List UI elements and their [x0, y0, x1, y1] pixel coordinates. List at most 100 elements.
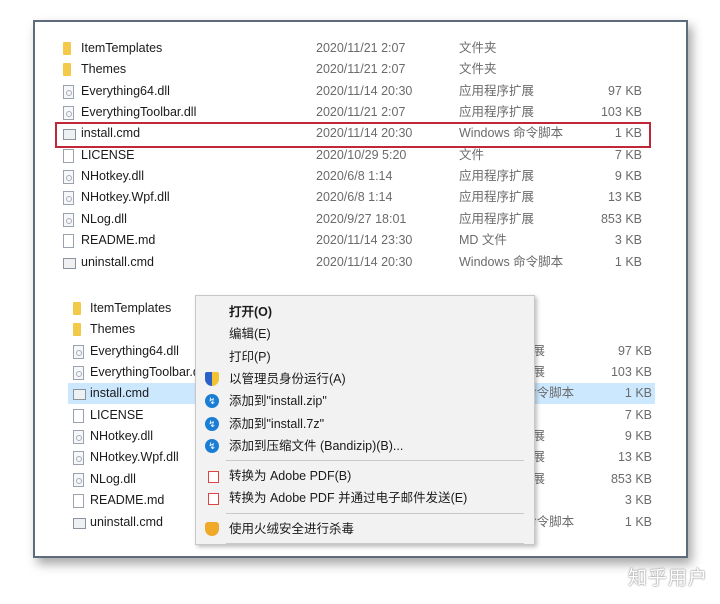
menu-item[interactable]: 转换为 Adobe PDF(B) — [196, 465, 534, 487]
file-row[interactable]: ItemTemplates 2020/11/21 2:07 文件夹 — [58, 38, 650, 59]
file-type: MD 文件 — [459, 233, 507, 248]
dll-file-icon — [63, 212, 74, 227]
file-size: 853 KB — [600, 211, 642, 226]
file-name: EverythingToolbar.dll — [81, 105, 197, 120]
huorong-shield-icon — [205, 521, 219, 536]
file-size: 103 KB — [600, 105, 642, 120]
file-size: 1 KB — [624, 386, 652, 401]
file-type: 文件夹 — [459, 41, 497, 55]
file-date: 2020/6/8 1:14 — [316, 190, 393, 205]
file-date: 2020/11/21 2:07 — [316, 62, 406, 77]
file-size: 13 KB — [607, 190, 642, 205]
doc-file-icon — [63, 234, 74, 249]
file-date: 2020/11/14 20:30 — [316, 254, 413, 269]
menu-item-label: 以管理员身份运行(A) — [229, 371, 346, 386]
file-type: Windows 命令脚本 — [459, 254, 564, 269]
file-row[interactable]: NHotkey.Wpf.dll 2020/6/8 1:14 应用程序扩展 13 KB — [58, 187, 650, 208]
file-row[interactable]: Everything64.dll 2020/11/14 20:30 应用程序扩展 97… — [58, 81, 650, 102]
file-type: 应用程序扩展 — [459, 190, 535, 205]
menu-item-label: 打开(O) — [229, 305, 273, 319]
menu-item-label: 添加到"install.zip" — [229, 394, 327, 409]
dll-file-icon — [73, 430, 84, 445]
folder-file-icon — [63, 63, 71, 77]
folder-file-icon — [73, 323, 81, 337]
file-type: 应用程序扩展 — [459, 169, 535, 184]
file-date: 2020/11/14 20:30 — [316, 83, 413, 98]
watermark: 知乎用户 — [627, 568, 708, 589]
menu-item[interactable]: ↯ 添加到"install.zip" — [196, 390, 534, 412]
file-row[interactable]: Themes 2020/11/21 2:07 文件夹 — [58, 59, 650, 80]
menu-item[interactable]: 转换为 Adobe PDF 并通过电子邮件发送(E) — [196, 487, 534, 509]
file-type: 应用程序扩展 — [459, 211, 535, 226]
file-size: 3 KB — [614, 233, 642, 248]
highlight-box — [55, 122, 651, 148]
file-row[interactable]: uninstall.cmd 2020/11/14 20:30 Windows 命令脚… — [58, 252, 650, 273]
menu-item[interactable]: 以管理员身份运行(A) — [196, 368, 534, 390]
file-size: 103 KB — [610, 365, 652, 380]
menu-item[interactable]: 使用火绒安全进行杀毒 — [196, 518, 534, 540]
file-name: ItemTemplates — [81, 41, 163, 55]
file-row[interactable]: NHotkey.dll 2020/6/8 1:14 应用程序扩展 9 KB — [58, 166, 650, 187]
menu-item-label: 添加到压缩文件 (Bandizip)(B)... — [229, 438, 404, 453]
file-size: 1 KB — [624, 514, 652, 529]
file-type: 应用程序扩展 — [459, 105, 535, 120]
menu-item-label: 转换为 Adobe PDF(B) — [229, 469, 352, 484]
menu-item-label: 使用火绒安全进行杀毒 — [229, 521, 355, 536]
cmd-file-icon — [73, 389, 86, 401]
file-name: LICENSE — [90, 407, 144, 422]
menu-item[interactable]: 编辑(E) — [196, 323, 534, 345]
file-date: 2020/11/21 2:07 — [316, 41, 406, 55]
cmd-file-icon — [73, 517, 86, 529]
menu-separator — [226, 460, 524, 462]
file-row[interactable]: NLog.dll 2020/9/27 18:01 应用程序扩展 853 KB — [58, 209, 650, 230]
dll-file-icon — [73, 366, 84, 381]
file-size: 7 KB — [624, 407, 652, 422]
context-menu: 打开(O) 编辑(E) 打印(P) 以管理员身份运行(A) ↯ 添加到"install.z… — [195, 295, 535, 545]
bandizip-icon: ↯ — [205, 438, 219, 453]
file-name: install.cmd — [90, 386, 150, 401]
doc-file-icon — [73, 494, 84, 509]
menu-item-label: 打印(P) — [229, 349, 271, 364]
menu-item-label: 编辑(E) — [229, 327, 271, 342]
menu-item[interactable]: 打印(P) — [196, 346, 534, 368]
file-name: Everything64.dll — [81, 83, 170, 98]
file-date: 2020/11/14 23:30 — [316, 233, 413, 248]
adobe-pdf-email-icon — [208, 493, 219, 506]
file-name: NHotkey.Wpf.dll — [90, 450, 179, 465]
dll-file-icon — [63, 84, 74, 99]
file-name: NHotkey.dll — [90, 429, 153, 444]
file-row[interactable]: README.md 2020/11/14 23:30 MD 文件 3 KB — [58, 230, 650, 251]
file-name: Themes — [90, 322, 136, 337]
file-size: 13 KB — [617, 450, 652, 465]
file-date: 2020/9/27 18:01 — [316, 211, 407, 226]
file-size: 853 KB — [610, 471, 652, 486]
file-name: uninstall.cmd — [81, 254, 154, 269]
cmd-file-icon — [63, 257, 76, 269]
menu-item-label: 转换为 Adobe PDF 并通过电子邮件发送(E) — [229, 491, 468, 506]
file-size: 97 KB — [607, 83, 642, 98]
uac-shield-icon — [205, 371, 219, 386]
bandizip-icon: ↯ — [205, 416, 219, 431]
dll-file-icon — [63, 170, 74, 185]
doc-file-icon — [63, 148, 74, 163]
file-name: EverythingToolbar.dll — [90, 365, 206, 380]
menu-item[interactable]: ↯ 添加到压缩文件 (Bandizip)(B)... — [196, 435, 534, 457]
file-type: 应用程序扩展 — [459, 83, 535, 98]
menu-item[interactable]: ↯ 添加到"install.7z" — [196, 413, 534, 435]
file-name: README.md — [81, 233, 156, 248]
file-name: README.md — [90, 493, 165, 508]
file-name: NLog.dll — [81, 211, 127, 226]
file-name: uninstall.cmd — [90, 514, 163, 529]
file-row[interactable]: EverythingToolbar.dll 2020/11/21 2:07 应用程序… — [58, 102, 650, 123]
file-date: 2020/11/21 2:07 — [316, 105, 406, 120]
menu-item[interactable]: 打开(O) — [196, 301, 534, 323]
folder-file-icon — [63, 42, 71, 55]
folder-file-icon — [73, 302, 81, 315]
dll-file-icon — [73, 472, 84, 487]
file-name: Everything64.dll — [90, 343, 179, 358]
dll-file-icon — [63, 191, 74, 206]
file-size: 9 KB — [614, 169, 642, 184]
dll-file-icon — [63, 106, 74, 121]
file-size: 97 KB — [617, 343, 652, 358]
file-type: 文件夹 — [459, 62, 497, 77]
